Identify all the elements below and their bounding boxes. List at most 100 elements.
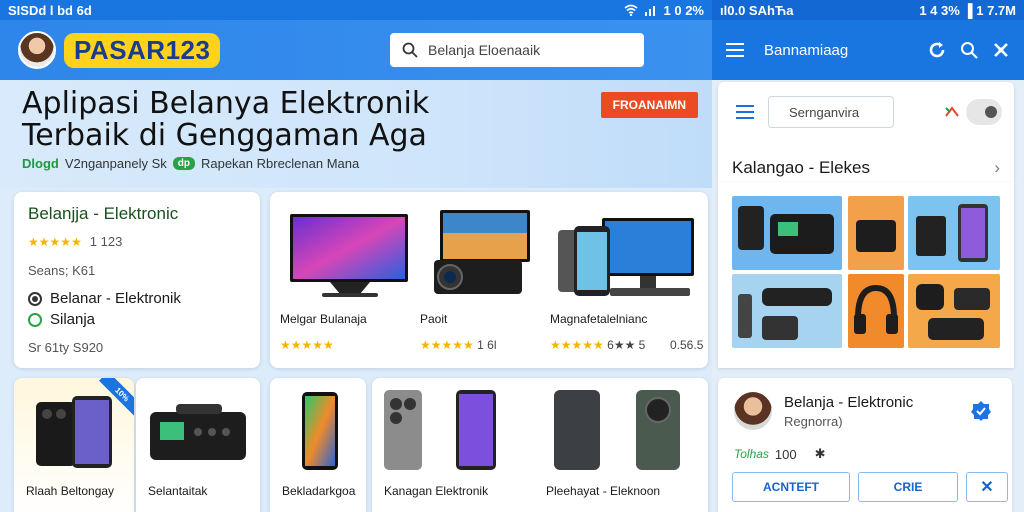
category-tile-accessories[interactable] xyxy=(732,274,842,348)
share-icon[interactable] xyxy=(992,41,1010,59)
menu-icon[interactable] xyxy=(736,104,754,120)
refresh-icon[interactable] xyxy=(928,41,946,59)
product-label: Melgar Bulanaja xyxy=(280,312,367,326)
close-button[interactable]: ✕ xyxy=(966,472,1008,502)
hero-cta-button[interactable]: FROANAIMN xyxy=(600,92,698,118)
product-label: Magnafetalelnianc xyxy=(550,312,648,326)
category-row[interactable]: Kalangao - Elekes › xyxy=(732,158,1000,178)
seller-meta-badge: Tolhas xyxy=(734,447,769,461)
product-card-4[interactable]: Kanagan Elektronik Pleehayat - Eleknoon xyxy=(372,378,708,512)
radio-checked-icon xyxy=(28,291,42,306)
menu-icon[interactable] xyxy=(726,42,744,58)
right-panel-title: Bannamiaag xyxy=(764,41,849,59)
hero-sub-badge: Dlogd xyxy=(22,156,59,171)
product-phone-pc[interactable]: Magnafetalelnianc ★★★★★ 6★★ 5 xyxy=(540,202,708,352)
option-label-1: Belanar - Elektronik xyxy=(50,290,181,307)
radio-unchecked-icon xyxy=(28,312,42,327)
product-monitor[interactable]: Melgar Bulanaja ★★★★★ xyxy=(270,202,410,352)
battery-text-right: 1 4 3% ▐ 1 7.7M xyxy=(919,2,1016,18)
gadget-image xyxy=(856,220,896,252)
product-card-3[interactable]: Bekladarkgoa xyxy=(270,378,366,512)
status-bar-right: ıl0.0 SAhЋa 1 4 3% ▐ 1 7.7M xyxy=(712,0,1024,20)
hero-title-line2: Terbaik di Genggaman Aga xyxy=(22,118,427,153)
speakers-image xyxy=(916,284,990,340)
hero-title-line1: Aplipasi Belanya Elektronik xyxy=(22,86,430,121)
option-label-2: Silanja xyxy=(50,311,96,328)
chat-button[interactable]: CRIE xyxy=(858,472,958,502)
category-tile-phones[interactable] xyxy=(908,196,1000,270)
chevron-right-icon: › xyxy=(994,158,1000,177)
info-card-meta: Seans; K61 xyxy=(28,263,96,278)
product-card-1[interactable]: 10% Rlaah Beltongay xyxy=(14,378,134,512)
toggle-switch[interactable] xyxy=(966,99,1002,125)
panel-toggle[interactable] xyxy=(944,99,1002,125)
info-card-price: Sr 61ty S920 xyxy=(28,340,104,355)
seller-meta: Tolhas 100 ✱ xyxy=(734,446,826,462)
smartphone-image xyxy=(302,392,338,470)
app-header: PASAR123 Belanja Eloenaaik xyxy=(0,20,712,80)
projector-image xyxy=(434,210,530,294)
panel-search-input[interactable]: Sernganvira xyxy=(768,96,894,128)
headphones-image xyxy=(854,284,898,334)
hero-sub-text2: Rapekan Rbreclenan Mana xyxy=(200,156,360,171)
verified-badge-icon xyxy=(971,401,991,421)
category-tile-speakers[interactable] xyxy=(908,274,1000,348)
product-info-card[interactable]: Belanjja - Elektronic ★★★★★ 1 123 Seans;… xyxy=(14,192,260,368)
panel-search-placeholder: Sernganvira xyxy=(789,104,860,120)
pin-icon: ✱ xyxy=(814,446,826,461)
shuffle-icon xyxy=(945,106,959,117)
showcase-extra-price: 0.56.5 xyxy=(670,338,704,352)
info-card-title: Belanjja - Elektronic xyxy=(28,204,179,223)
star-rating-icon: ★★★★★ xyxy=(28,234,82,249)
seller-subtitle: Regnorra) xyxy=(784,414,843,429)
signal-icon xyxy=(644,6,655,16)
right-panel-search-card: Sernganvira Kalangao - Elekes › xyxy=(718,82,1014,182)
phones-image xyxy=(916,204,988,262)
wifi-icon xyxy=(624,4,638,16)
product-label-2: Pleehayat - Eleknoon xyxy=(546,484,661,498)
option-radio-2[interactable]: Silanja xyxy=(28,311,246,328)
product-label: Bekladarkgoa xyxy=(282,484,356,498)
product-label: Paoit xyxy=(420,312,448,326)
product-projector[interactable]: Paoit ★★★★★ 1 6l xyxy=(410,202,540,352)
product-card-2[interactable]: Selantaitak xyxy=(136,378,260,512)
hero-sub-pill: dp xyxy=(172,157,195,170)
hero-sub-text1: V2nganpanely Sk xyxy=(64,156,167,171)
power-bank-image xyxy=(738,206,834,254)
hero-title: Aplipasi Belanya Elektronik Terbaik di G… xyxy=(22,88,429,152)
hero-banner: Aplipasi Belanya Elektronik Terbaik di G… xyxy=(0,80,712,188)
product-rating: ★★★★★ 1 6l xyxy=(420,338,497,352)
seller-name: Belanja - Elektronic xyxy=(784,394,914,411)
phone-pc-image xyxy=(558,218,694,296)
smartphones-image xyxy=(384,390,680,470)
info-card-rating: ★★★★★ 1 123 xyxy=(28,234,246,249)
category-tile-headphones[interactable] xyxy=(848,274,904,348)
status-text-right: ıl0.0 SAhЋa xyxy=(720,2,794,18)
system-indicators: 1 0 2% xyxy=(624,3,704,18)
product-label: Kanagan Elektronik xyxy=(384,484,489,498)
accessories-image xyxy=(738,288,832,340)
product-rating: ★★★★★ xyxy=(280,338,334,352)
brand-logo[interactable]: PASAR123 xyxy=(64,32,221,68)
battery-text: 1 0 2% xyxy=(663,2,704,18)
seller-meta-value: 100 xyxy=(774,446,797,462)
category-tile-gadget[interactable] xyxy=(848,196,904,270)
accept-button[interactable]: ACNTEFT xyxy=(732,472,850,502)
search-placeholder: Belanja Eloenaaik xyxy=(428,42,541,58)
status-text: SISDd l bd 6d xyxy=(8,2,92,18)
status-bar: SISDd l bd 6d 1 0 2% xyxy=(0,0,712,20)
category-grid-card xyxy=(718,182,1014,368)
power-station-image xyxy=(150,404,246,460)
product-label: Selantaitak xyxy=(148,484,208,498)
right-panel-header: Bannamiaag xyxy=(712,20,1024,80)
seller-avatar[interactable] xyxy=(734,392,772,430)
search-input[interactable]: Belanja Eloenaaik xyxy=(390,33,644,67)
monitor-image xyxy=(290,214,408,297)
option-radio-1[interactable]: Belanar - Elektronik xyxy=(28,290,246,307)
hero-subtitle: Dlogd V2nganpanely Sk dp Rapekan Rbrecle… xyxy=(22,156,359,171)
category-tile-power[interactable] xyxy=(732,196,842,270)
product-showcase-card: Melgar Bulanaja ★★★★★ Paoit ★★★★★ 1 6l M… xyxy=(270,192,708,368)
seller-card[interactable]: Belanja - Elektronic Regnorra) Tolhas 10… xyxy=(718,378,1012,512)
avatar[interactable] xyxy=(18,31,56,69)
search-icon[interactable] xyxy=(960,41,978,59)
